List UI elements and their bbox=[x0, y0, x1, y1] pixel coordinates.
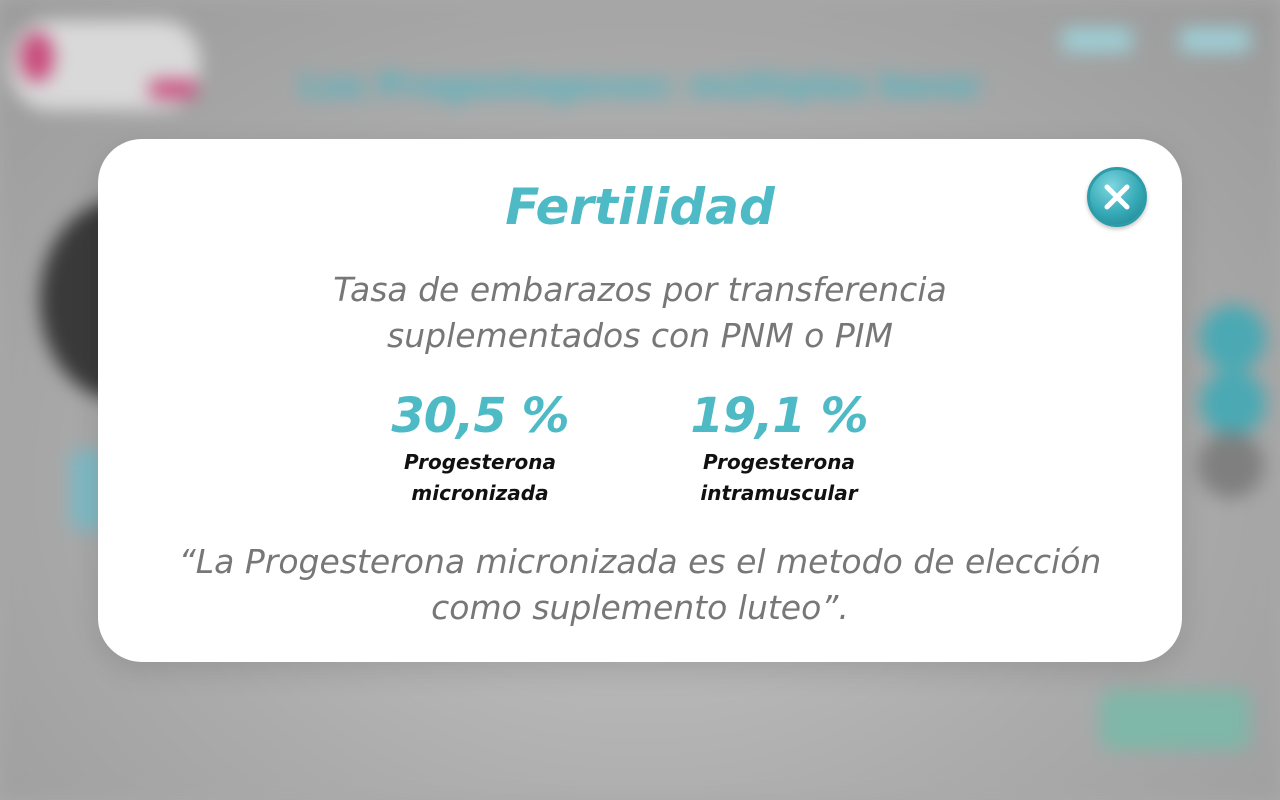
footer-logo bbox=[1100, 690, 1250, 750]
subtitle-line: Tasa de embarazos por transferencia bbox=[333, 270, 947, 309]
side-nav-button-2[interactable] bbox=[1200, 370, 1266, 436]
stat-label-line: Progesterona bbox=[404, 450, 556, 474]
stat-label-line: Progesterona bbox=[703, 450, 855, 474]
side-nav-button-1[interactable] bbox=[1200, 305, 1266, 371]
close-x-icon bbox=[1104, 184, 1130, 210]
stat-intramuscular: 19,1 % Progesterona intramuscular bbox=[654, 389, 904, 509]
stat-label-line: intramuscular bbox=[700, 481, 858, 505]
close-button[interactable] bbox=[1087, 167, 1147, 227]
background-headline: Los Progestagenos: múltiples beneficios bbox=[300, 66, 980, 106]
logo-wordmark bbox=[150, 80, 196, 98]
modal-title: Fertilidad bbox=[505, 178, 775, 236]
stat-label: Progesterona micronizada bbox=[355, 447, 605, 509]
quote-line: “La Progesterona micronizada es el metod… bbox=[178, 542, 1102, 581]
brand-logo bbox=[10, 20, 200, 110]
stat-label-line: micronizada bbox=[411, 481, 549, 505]
nav-link-2[interactable] bbox=[1180, 28, 1250, 52]
stat-label: Progesterona intramuscular bbox=[654, 447, 904, 509]
quote-line: como suplemento luteo”. bbox=[431, 588, 849, 627]
modal-subtitle: Tasa de embarazos por transferencia supl… bbox=[98, 267, 1182, 359]
modal-quote: “La Progesterona micronizada es el metod… bbox=[98, 539, 1182, 631]
stat-value: 30,5 % bbox=[391, 388, 569, 444]
fertility-modal: Fertilidad Tasa de embarazos por transfe… bbox=[98, 139, 1182, 662]
subtitle-line: suplementados con PNM o PIM bbox=[387, 316, 893, 355]
logo-mark bbox=[20, 32, 54, 82]
stat-value: 19,1 % bbox=[690, 388, 868, 444]
stat-micronized: 30,5 % Progesterona micronizada bbox=[355, 389, 605, 509]
nav-link-1[interactable] bbox=[1062, 28, 1132, 52]
side-nav-button-3[interactable] bbox=[1198, 432, 1264, 498]
